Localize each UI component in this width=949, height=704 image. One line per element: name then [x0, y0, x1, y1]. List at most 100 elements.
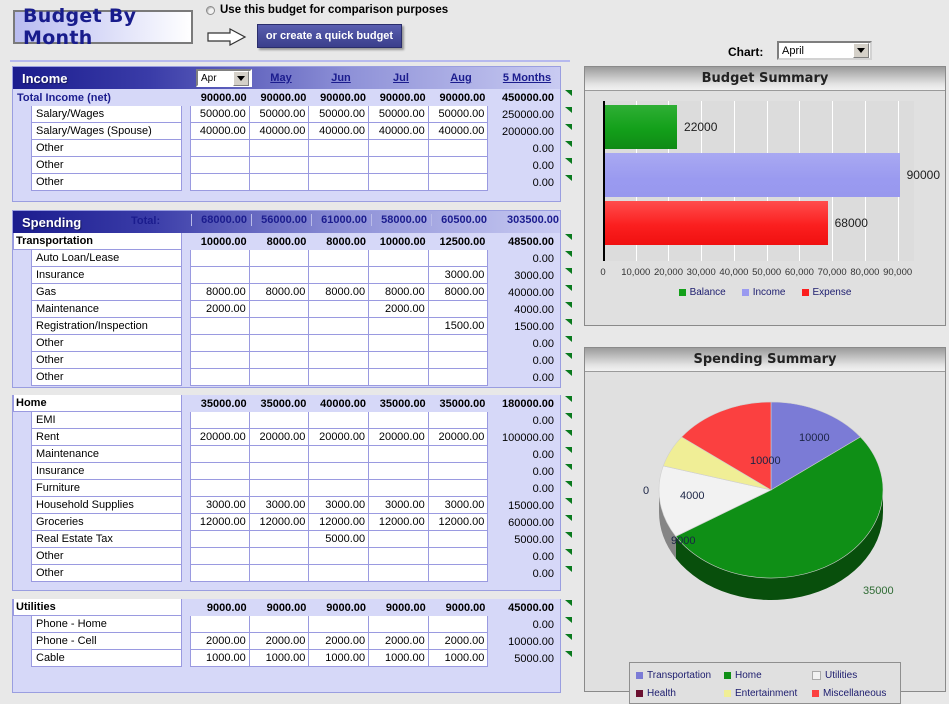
value-cell[interactable] [249, 531, 310, 548]
row-label[interactable]: Registration/Inspection [31, 318, 183, 335]
row-label[interactable]: EMI [31, 412, 183, 429]
value-cell[interactable] [428, 463, 489, 480]
value-cell[interactable] [369, 480, 429, 497]
value-cell[interactable]: 20000.00 [369, 429, 429, 446]
value-cell[interactable]: 12000.00 [369, 514, 429, 531]
value-cell[interactable]: 12000.00 [249, 514, 310, 531]
value-cell[interactable] [428, 301, 489, 318]
value-cell[interactable]: 90000.00 [190, 89, 250, 106]
row-label[interactable]: Phone - Home [31, 616, 183, 633]
value-cell[interactable]: 20000.00 [190, 429, 250, 446]
value-cell[interactable] [249, 369, 310, 386]
value-cell[interactable]: 8000.00 [428, 284, 489, 301]
value-cell[interactable] [428, 174, 489, 191]
value-cell[interactable] [369, 267, 429, 284]
table-row[interactable]: Salary/Wages (Spouse) 40000.00 40000.00 400… [13, 123, 572, 140]
value-cell[interactable]: 2000.00 [369, 633, 429, 650]
row-label[interactable]: Maintenance [31, 301, 183, 318]
value-cell[interactable]: 9000.00 [429, 599, 489, 616]
value-cell[interactable] [190, 267, 250, 284]
value-cell[interactable]: 1000.00 [190, 650, 250, 667]
column-header-total[interactable]: 5 Months [491, 72, 563, 84]
value-cell[interactable]: 1000.00 [428, 650, 489, 667]
column-header-jun[interactable]: Jun [311, 72, 371, 84]
value-cell[interactable] [190, 531, 250, 548]
table-row[interactable]: Maintenance 2000.00 2000.00 4000.00 [13, 301, 572, 318]
value-cell[interactable] [249, 301, 310, 318]
value-cell[interactable]: 1500.00 [428, 318, 489, 335]
row-label[interactable]: Rent [31, 429, 183, 446]
comparison-option[interactable]: Use this budget for comparison purposes [206, 4, 448, 16]
value-cell[interactable]: 35000.00 [369, 395, 429, 412]
value-cell[interactable] [249, 140, 310, 157]
create-quick-budget-button[interactable]: or create a quick budget [257, 24, 402, 48]
value-cell[interactable] [428, 616, 489, 633]
value-cell[interactable] [309, 157, 370, 174]
chart-month-select[interactable]: April [777, 41, 872, 60]
value-cell[interactable] [309, 565, 370, 582]
value-cell[interactable] [369, 369, 429, 386]
value-cell[interactable] [249, 480, 310, 497]
table-row[interactable]: Registration/Inspection 1500.00 1500.00 [13, 318, 572, 335]
column-header-aug[interactable]: Aug [431, 72, 491, 84]
value-cell[interactable]: 9000.00 [309, 599, 369, 616]
table-row[interactable]: Phone - Home 0.00 [13, 616, 572, 633]
value-cell[interactable] [428, 480, 489, 497]
row-label[interactable]: Furniture [31, 480, 183, 497]
row-label[interactable]: Other [31, 352, 183, 369]
value-cell[interactable] [309, 174, 370, 191]
chevron-down-icon[interactable] [233, 70, 249, 86]
value-cell[interactable] [190, 250, 250, 267]
value-cell[interactable] [249, 335, 310, 352]
value-cell[interactable] [309, 318, 370, 335]
value-cell[interactable]: 12000.00 [190, 514, 250, 531]
value-cell[interactable]: 12500.00 [429, 233, 489, 250]
table-row[interactable]: Furniture 0.00 [13, 480, 572, 497]
row-label[interactable]: Transportation [13, 233, 183, 250]
value-cell[interactable] [249, 616, 310, 633]
value-cell[interactable] [369, 140, 429, 157]
table-row[interactable]: Phone - Cell 2000.00 2000.00 2000.00 2000.00… [13, 633, 572, 650]
row-label[interactable]: Other [31, 548, 183, 565]
value-cell[interactable] [190, 157, 250, 174]
value-cell[interactable]: 8000.00 [309, 284, 370, 301]
value-cell[interactable] [369, 565, 429, 582]
value-cell[interactable] [190, 318, 250, 335]
value-cell[interactable] [428, 446, 489, 463]
value-cell[interactable]: 12000.00 [428, 514, 489, 531]
value-cell[interactable]: 8000.00 [250, 233, 310, 250]
value-cell[interactable]: 3000.00 [249, 497, 310, 514]
value-cell[interactable] [249, 157, 310, 174]
value-cell[interactable] [249, 565, 310, 582]
value-cell[interactable]: 1000.00 [369, 650, 429, 667]
value-cell[interactable]: 9000.00 [190, 599, 250, 616]
value-cell[interactable]: 1000.00 [309, 650, 370, 667]
value-cell[interactable] [369, 463, 429, 480]
row-label[interactable]: Cable [31, 650, 183, 667]
value-cell[interactable]: 50000.00 [428, 106, 489, 123]
value-cell[interactable] [249, 318, 310, 335]
budget-sheet[interactable]: Income x May Jun Jul Aug 5 Months Apr To… [0, 62, 580, 695]
row-label[interactable]: Phone - Cell [31, 633, 183, 650]
value-cell[interactable] [369, 335, 429, 352]
table-row[interactable]: Other 0.00 [13, 369, 572, 386]
value-cell[interactable]: 3000.00 [369, 497, 429, 514]
value-cell[interactable]: 8000.00 [190, 284, 250, 301]
table-row[interactable]: Household Supplies 3000.00 3000.00 3000.00 3… [13, 497, 572, 514]
row-label[interactable]: Total Income (net) [13, 89, 182, 106]
value-cell[interactable] [369, 616, 429, 633]
column-header-jul[interactable]: Jul [371, 72, 431, 84]
table-row[interactable]: Insurance 3000.00 3000.00 [13, 267, 572, 284]
table-row[interactable]: Auto Loan/Lease 0.00 [13, 250, 572, 267]
value-cell[interactable] [249, 463, 310, 480]
value-cell[interactable] [428, 412, 489, 429]
value-cell[interactable] [369, 446, 429, 463]
value-cell[interactable]: 8000.00 [369, 284, 429, 301]
row-label[interactable]: Salary/Wages [31, 106, 183, 123]
value-cell[interactable]: 35000.00 [429, 395, 489, 412]
value-cell[interactable]: 35000.00 [190, 395, 250, 412]
value-cell[interactable] [309, 412, 370, 429]
value-cell[interactable] [309, 140, 370, 157]
category-row[interactable]: Transportation 10000.00 8000.00 8000.00 1000… [13, 233, 572, 250]
comparison-radio[interactable] [206, 5, 215, 15]
